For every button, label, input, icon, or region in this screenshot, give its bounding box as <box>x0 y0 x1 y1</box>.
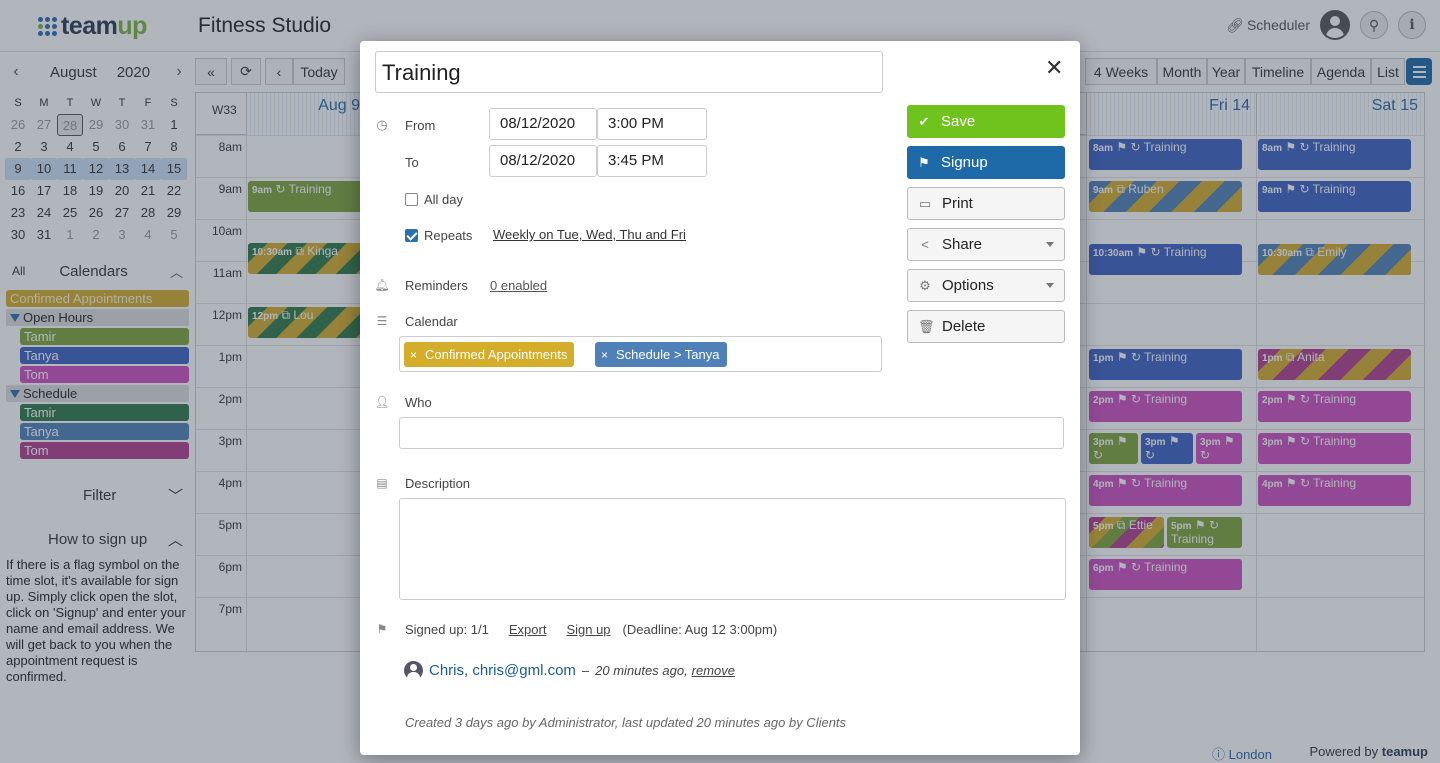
attendee-avatar-icon <box>404 661 423 680</box>
allday-label: All day <box>424 192 464 207</box>
gear-icon: ⚙ <box>919 277 931 293</box>
description-icon: ▤ <box>376 476 388 490</box>
bell-icon: 🔔︎ <box>374 278 390 292</box>
close-icon[interactable]: ✕ <box>1045 55 1063 81</box>
caret-down-icon <box>1046 242 1054 247</box>
clock-icon: ◷ <box>376 117 388 132</box>
calendar-label: Calendar <box>405 314 458 329</box>
remove-tag-icon[interactable]: × <box>410 348 417 362</box>
event-editor-dialog: Training ✕ ◷ From 08/12/2020 3:00 PM To … <box>360 41 1080 755</box>
reminders-label: Reminders <box>405 278 468 293</box>
reminders-link[interactable]: 0 enabled <box>490 278 547 293</box>
repeats-label: Repeats <box>424 228 473 243</box>
check-icon: ✔ <box>918 113 930 129</box>
flag-icon: ⚑ <box>918 154 930 170</box>
options-button[interactable]: ⚙ Options <box>907 269 1065 302</box>
calendar-tag[interactable]: × Confirmed Appointments <box>404 342 575 367</box>
delete-button[interactable]: 🗑︎ Delete <box>907 310 1065 343</box>
trash-icon: 🗑︎ <box>918 318 935 334</box>
to-label: To <box>405 155 419 170</box>
printer-icon: ▭ <box>918 195 932 211</box>
deadline-text: (Deadline: Aug 12 3:00pm) <box>622 622 778 637</box>
attendee-row: Chris, chris@gml.com – 20 minutes ago, r… <box>404 661 735 680</box>
attendee-name[interactable]: Chris, chris@gml.com <box>429 662 576 679</box>
remove-tag-icon[interactable]: × <box>601 348 608 362</box>
export-link[interactable]: Export <box>509 622 547 637</box>
from-date-input[interactable]: 08/12/2020 <box>489 108 597 140</box>
person-icon: 👤︎ <box>374 395 390 409</box>
signup-link[interactable]: Sign up <box>566 622 610 637</box>
signup-summary: Signed up: 1/1 Export Sign up (Deadline:… <box>405 622 777 637</box>
save-button[interactable]: ✔ Save <box>907 105 1065 138</box>
to-time-input[interactable]: 3:45 PM <box>597 145 707 177</box>
share-icon: < <box>921 237 929 252</box>
signed-up-count: Signed up: 1/1 <box>405 622 489 637</box>
created-info: Created 3 days ago by Administrator, las… <box>405 715 847 730</box>
event-title-input[interactable]: Training <box>375 51 883 93</box>
to-date-input[interactable]: 08/12/2020 <box>489 145 597 177</box>
description-label: Description <box>405 476 471 491</box>
who-label: Who <box>405 395 432 410</box>
from-time-input[interactable]: 3:00 PM <box>597 108 707 140</box>
calendar-tag[interactable]: × Schedule > Tanya <box>595 342 727 367</box>
who-input[interactable] <box>399 417 1064 449</box>
repeats-checkbox[interactable] <box>405 229 418 242</box>
list-icon: ☰ <box>376 314 388 328</box>
share-button[interactable]: < Share <box>907 228 1065 261</box>
print-button[interactable]: ▭ Print <box>907 187 1065 220</box>
description-textarea[interactable] <box>399 498 1066 600</box>
caret-down-icon <box>1046 283 1054 288</box>
signup-button[interactable]: ⚑ Signup <box>907 146 1065 179</box>
allday-checkbox[interactable] <box>405 193 418 206</box>
from-label: From <box>405 118 436 133</box>
remove-attendee-link[interactable]: remove <box>692 663 735 678</box>
flag-icon: ⚑ <box>376 622 388 636</box>
attendee-time: 20 minutes ago, <box>595 663 688 678</box>
calendar-tag-input[interactable]: × Confirmed Appointments × Schedule > Tany… <box>399 336 882 372</box>
repeat-rule-link[interactable]: Weekly on Tue, Wed, Thu and Fri <box>493 227 686 242</box>
